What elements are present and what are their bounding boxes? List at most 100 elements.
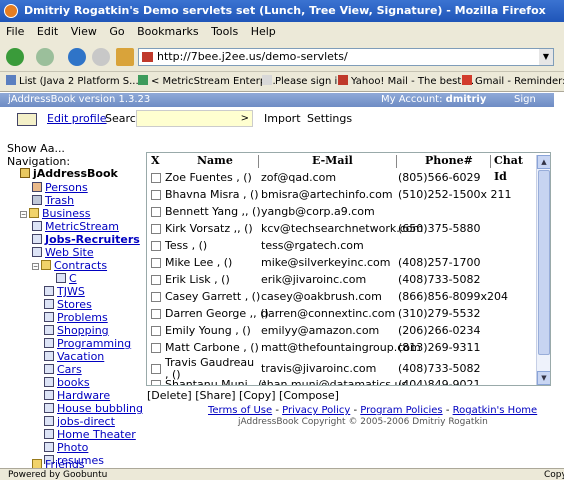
row-checkbox[interactable] [151,224,161,234]
program-policies-link[interactable]: Program Policies [360,405,442,416]
tree-item-cars[interactable]: Cars [44,363,82,376]
forward-icon[interactable] [36,48,54,66]
contact-email[interactable]: erik@jivaroinc.com [261,272,366,288]
tree-item-tjws[interactable]: TJWS [44,285,85,298]
menu-go[interactable]: Go [109,25,124,38]
menu-file[interactable]: File [6,25,24,38]
table-row[interactable]: Emily Young , () emilyy@amazon.com (206)26… [147,323,539,339]
tree-item-problems[interactable]: Problems [44,311,108,324]
tree-item-persons[interactable]: Persons [32,181,88,194]
column-header-select[interactable]: X [151,153,160,169]
bookmark-java-list[interactable]: List (Java 2 Platform S... [6,72,139,91]
address-bar[interactable]: http://7bee.j2ee.us/demo-servlets/ ▼ [138,48,554,66]
tree-item-metricstream[interactable]: MetricStream [32,220,119,233]
contact-email[interactable]: shan.muni@datamatics.us [261,377,407,385]
contact-name[interactable]: Shantanu Muni , () [165,377,267,385]
rogatkins-home-link[interactable]: Rogatkin's Home [453,405,538,416]
tree-item-friends[interactable]: Friends [32,459,85,468]
terms-of-use-link[interactable]: Terms of Use [208,405,272,416]
bookmark-sign-in[interactable]: Please sign in [262,72,344,91]
table-row[interactable]: Casey Garrett , () casey@oakbrush.com (866… [147,289,539,305]
search-arrow-icon[interactable]: > [241,113,249,124]
back-icon[interactable] [6,48,24,66]
stop-icon[interactable] [92,48,110,66]
menu-help[interactable]: Help [251,25,276,38]
contact-name[interactable]: Matt Carbone , () [165,340,259,356]
tree-item-home-theater[interactable]: Home Theater [44,428,136,441]
contact-name[interactable]: Erik Lisk , () [165,272,230,288]
contact-name[interactable]: Darren George ,, () [165,306,269,322]
tree-item-photo[interactable]: Photo [44,441,88,454]
contact-email[interactable]: matt@thefountaingroup.com [261,340,421,356]
bookmark-gmail[interactable]: Gmail - Reminder: pl [462,72,564,91]
tree-item-books[interactable]: books [44,376,90,389]
contact-email[interactable]: darren@connextinc.com [261,306,395,322]
contact-email[interactable]: tess@rgatech.com [261,238,364,254]
address-dropdown-icon[interactable]: ▼ [539,49,553,65]
contact-email[interactable]: yangb@corp.a9.com [261,204,375,220]
tree-item-trash[interactable]: Trash [32,194,74,207]
privacy-policy-link[interactable]: Privacy Policy [282,405,350,416]
bookmark-yahoo-mail[interactable]: Yahoo! Mail - The best ... [338,72,474,91]
collapse-icon[interactable]: − [20,211,27,218]
table-row[interactable]: Erik Lisk , () erik@jivaroinc.com (408)733… [147,272,539,288]
table-row[interactable]: Tess , () tess@rgatech.com [147,238,539,254]
table-row[interactable]: Darren George ,, () darren@connextinc.com… [147,306,539,322]
tree-item-web-site[interactable]: Web Site [32,246,94,259]
collapse-icon[interactable]: − [32,263,39,270]
tree-item-stores[interactable]: Stores [44,298,92,311]
tree-item-c[interactable]: C [56,272,77,285]
search-input[interactable]: > [136,110,253,127]
menu-tools[interactable]: Tools [211,25,238,38]
reload-icon[interactable] [68,48,86,66]
scroll-down-icon[interactable]: ▼ [537,371,550,385]
row-checkbox[interactable] [151,364,161,374]
row-checkbox[interactable] [151,275,161,285]
row-checkbox[interactable] [151,241,161,251]
column-header-email[interactable]: E-Mail [312,153,353,169]
menu-bookmarks[interactable]: Bookmarks [137,25,198,38]
row-checkbox[interactable] [151,292,161,302]
contact-name[interactable]: Zoe Fuentes , () [165,170,252,186]
contact-name[interactable]: Bhavna Misra , () [165,187,259,203]
row-checkbox[interactable] [151,258,161,268]
row-checkbox[interactable] [151,380,161,385]
contact-name[interactable]: Bennett Yang ,, () [165,204,261,220]
menu-view[interactable]: View [71,25,97,38]
row-checkbox[interactable] [151,190,161,200]
contact-email[interactable]: travis@jivaroinc.com [261,361,376,377]
tree-item-contracts[interactable]: − Contracts [32,259,107,272]
import-link[interactable]: Import [264,110,301,128]
table-row[interactable]: Zoe Fuentes , () zof@qad.com (805)566-6029 [147,170,539,186]
bookmark-metricstream[interactable]: < MetricStream Enterp... [138,72,276,91]
contact-name[interactable]: Mike Lee , () [165,255,232,271]
tree-item-business[interactable]: − Business [20,207,91,220]
vertical-scrollbar[interactable]: ▲ ▼ [536,155,550,385]
tree-item-programming[interactable]: Programming [44,337,131,350]
table-row[interactable]: Matt Carbone , () matt@thefountaingroup.c… [147,340,539,356]
column-header-phone[interactable]: Phone# [425,153,473,169]
settings-link[interactable]: Settings [307,110,352,128]
contact-name[interactable]: Casey Garrett , () [165,289,260,305]
contact-email[interactable]: zof@qad.com [261,170,336,186]
contact-email[interactable]: bmisra@artechinfo.com [261,187,393,203]
contact-email[interactable]: mike@silverkeyinc.com [261,255,390,271]
scroll-up-icon[interactable]: ▲ [537,155,550,169]
menu-edit[interactable]: Edit [37,25,58,38]
edit-profile-icon[interactable] [17,113,37,126]
tree-item-vacation[interactable]: Vacation [44,350,104,363]
table-row[interactable]: Kirk Vorsatz ,, () kcv@techsearchnetwork.… [147,221,539,237]
tree-item-jobs-direct[interactable]: jobs-direct [44,415,115,428]
contact-email[interactable]: casey@oakbrush.com [261,289,382,305]
contact-name[interactable]: Tess , () [165,238,207,254]
tree-item-jaddressbook[interactable]: jAddressBook [20,167,118,180]
row-checkbox[interactable] [151,326,161,336]
table-row[interactable]: Bhavna Misra , () bmisra@artechinfo.com (5… [147,187,539,203]
tree-item-house-bubbling[interactable]: House bubbling [44,402,143,415]
row-checkbox[interactable] [151,173,161,183]
row-checkbox[interactable] [151,207,161,217]
scroll-thumb[interactable] [538,170,550,355]
tree-item-shopping[interactable]: Shopping [44,324,109,337]
row-checkbox[interactable] [151,343,161,353]
table-row[interactable]: Mike Lee , () mike@silverkeyinc.com (408)2… [147,255,539,271]
